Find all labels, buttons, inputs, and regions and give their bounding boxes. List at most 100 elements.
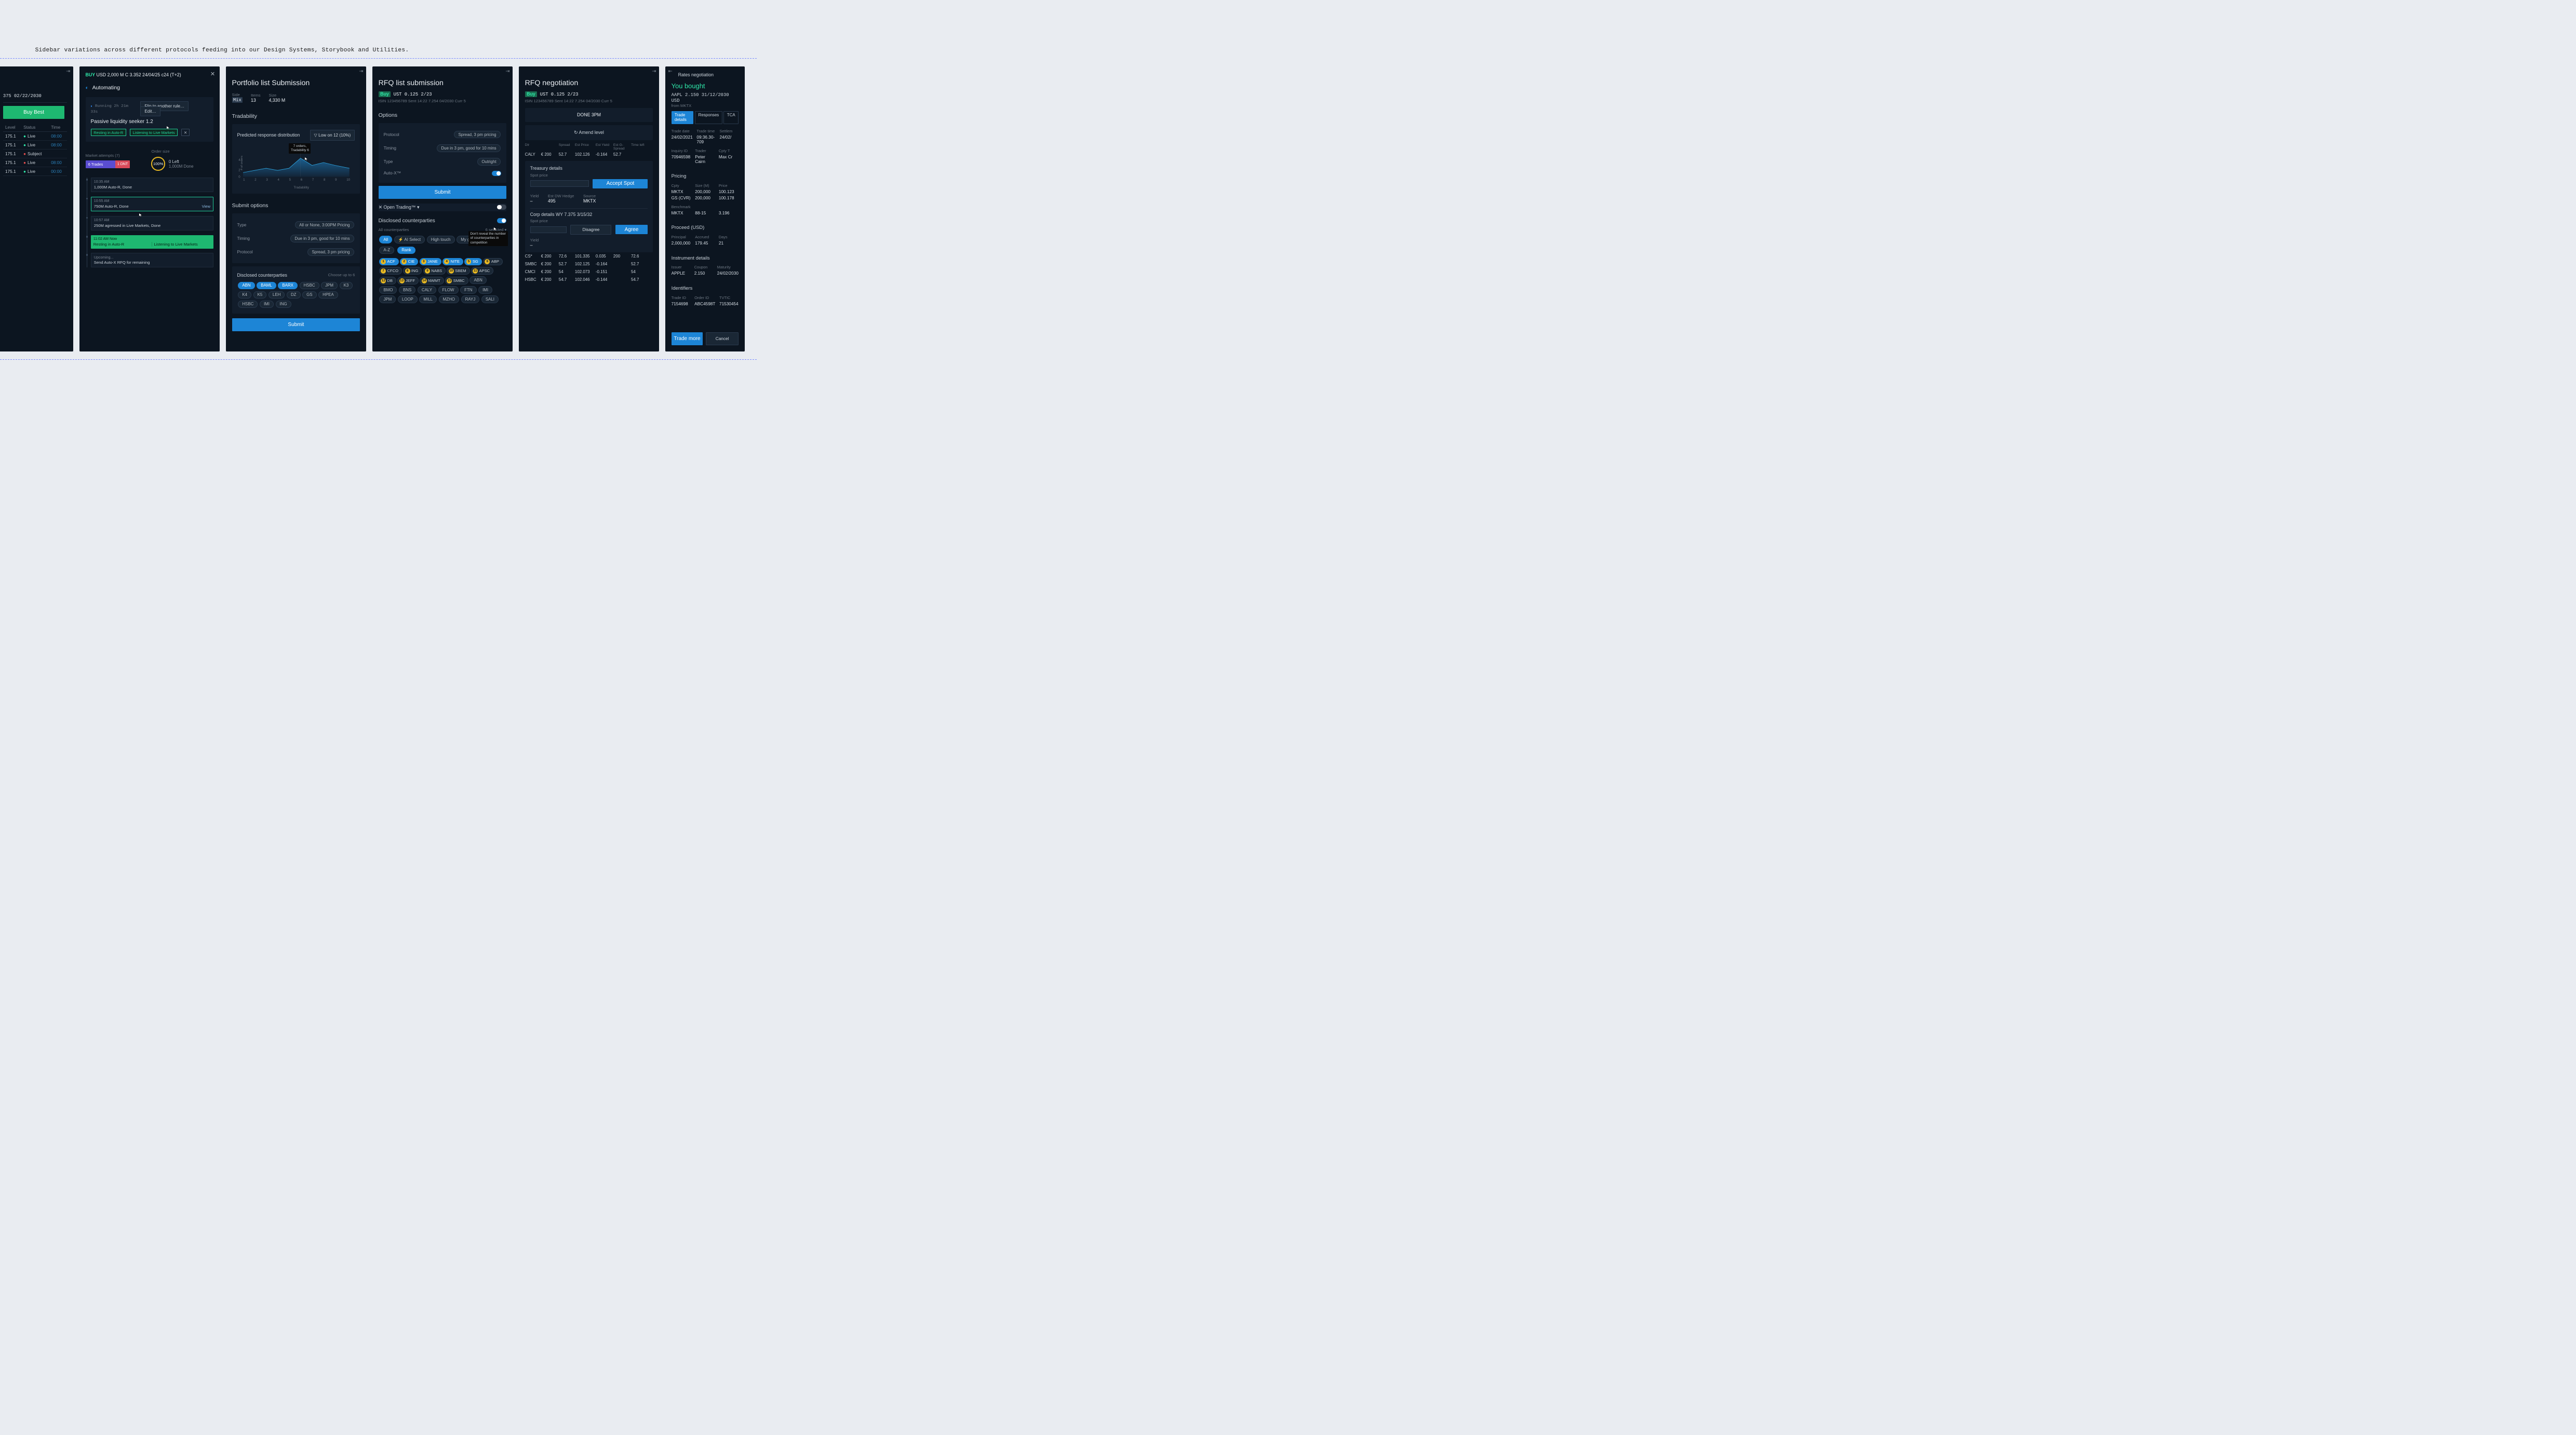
cp-chip[interactable]: K3	[340, 282, 353, 290]
cp-ranked-chip[interactable]: 7CFCO	[379, 267, 402, 274]
quote-row-caly[interactable]: CALY€ 20052.7102.126-0.16452.7	[525, 151, 653, 158]
disagree-button[interactable]: Disagree	[570, 225, 611, 235]
cp-ranked-chip[interactable]: 4NITE	[442, 258, 463, 265]
cp-chip[interactable]: MILL	[419, 295, 437, 303]
col-level[interactable]: Level	[3, 124, 21, 131]
cp-chip[interactable]: K4	[238, 291, 251, 299]
amend-button[interactable]: ↻ Amend level	[525, 125, 653, 140]
table-row[interactable]: 175.1Live08:00	[3, 132, 67, 141]
cp-chip[interactable]: IMI	[260, 301, 274, 308]
tradability-chart[interactable]: 123 456 78910 420 7 orders, Tradability …	[237, 142, 355, 189]
table-row[interactable]: 175.1Live08:00	[3, 158, 67, 167]
pin-icon[interactable]: ⇥	[652, 68, 656, 74]
cp-ranked-chip[interactable]: 2CIE	[400, 258, 418, 265]
accept-spot-button[interactable]: Accept Spot	[593, 179, 648, 188]
cp-chip[interactable]: RAYJ	[461, 295, 480, 303]
cp-chip[interactable]: CALY	[418, 286, 436, 294]
tab[interactable]: TCA	[723, 111, 738, 124]
chevron-down-icon[interactable]: ▾	[417, 205, 419, 210]
attempts-bar[interactable]: 6 Trades 1 DNT	[86, 160, 130, 168]
cp-ranked-chip[interactable]: 11APSC	[471, 267, 493, 274]
cp-chip[interactable]: K5	[253, 291, 267, 299]
protocol-pill[interactable]: Spread, 3 pm pricing	[307, 248, 354, 256]
col-time[interactable]: Time	[49, 124, 67, 131]
cp-ranked-chip[interactable]: 8ING	[403, 267, 422, 274]
cp-chip[interactable]: IMI	[478, 286, 492, 294]
cp-ranked-chip[interactable]: 3JANE	[420, 258, 441, 265]
cp-chip[interactable]: DZ	[287, 291, 301, 299]
resting-tag[interactable]: Resting in Auto-R	[91, 129, 126, 136]
disclosed-toggle[interactable]	[497, 218, 507, 223]
pin-icon[interactable]: ⇥	[359, 68, 363, 74]
type-pill[interactable]: Outright	[477, 158, 500, 166]
timing-pill[interactable]: Due in 3 pm, good for 10 mins	[437, 144, 500, 152]
cp-ranked-chip[interactable]: 10SBEM	[447, 267, 469, 274]
cp-chip[interactable]: FLOW	[438, 286, 459, 294]
edit-button[interactable]: Edit…	[140, 106, 160, 116]
cp-chip[interactable]: BARX	[278, 282, 298, 290]
remove-tag-button[interactable]: ✕	[181, 129, 189, 136]
quote-row[interactable]: CMCI€ 20054102.073-0.15154	[525, 268, 653, 276]
pin-icon[interactable]: ⇤	[668, 68, 673, 74]
timeline-item[interactable]: 10:35 AM 1,000M Auto-R, Done	[91, 178, 214, 192]
autox-toggle[interactable]	[492, 171, 502, 176]
cp-ranked-chip[interactable]: 9NABS	[423, 267, 446, 274]
timing-pill[interactable]: Due in 3 pm, good for 10 mins	[290, 235, 354, 242]
timeline-item[interactable]: 10:55 AM 750M Auto-R, DoneView	[91, 197, 214, 211]
cp-chip[interactable]: FTN	[460, 286, 477, 294]
pin-icon[interactable]: ⇥	[505, 68, 509, 74]
buy-best-button[interactable]: Buy Best	[3, 106, 64, 119]
cp-chip[interactable]: LOOP	[398, 295, 418, 303]
sort-rank[interactable]: Rank	[397, 247, 415, 254]
pin-icon[interactable]: ⇥	[66, 68, 70, 74]
col-status[interactable]: Status	[21, 124, 49, 131]
cp-chip[interactable]: ABN	[238, 282, 254, 290]
submit-button[interactable]: Submit	[379, 186, 507, 199]
quote-row[interactable]: CS*€ 20072.6101.3350.03520072.6	[525, 252, 653, 260]
type-pill[interactable]: All or None, 3:00PM Pricing	[295, 221, 354, 229]
cancel-button[interactable]: Cancel	[706, 332, 739, 345]
quote-row[interactable]: SMBC€ 20052.7102.125-0.16452.7	[525, 260, 653, 268]
cp-ranked-chip[interactable]: 1ACF	[379, 258, 399, 265]
cp-chip[interactable]: BNS	[399, 286, 415, 294]
cp-chip[interactable]: LEH	[269, 291, 285, 299]
cp-chip[interactable]: BAML	[257, 282, 276, 290]
quote-row[interactable]: HSBC€ 20054.7102.046-0.14454.7	[525, 276, 653, 283]
table-row[interactable]: 175.1Live00:00	[3, 167, 67, 176]
cp-chip[interactable]: ING	[276, 301, 291, 308]
filter-button[interactable]: ▽ Low on 12 (10%)	[310, 130, 355, 140]
cp-chip[interactable]: JPM	[379, 295, 396, 303]
timeline-item[interactable]: 10:57 AM 250M agressed in Live Markets, …	[91, 216, 214, 231]
cp-ranked-chip[interactable]: 6ABP	[483, 258, 503, 265]
open-trading-toggle[interactable]	[497, 205, 507, 210]
cp-chip[interactable]: JPM	[321, 282, 338, 290]
cp-chip[interactable]: SALI	[481, 295, 499, 303]
cp-ranked-chip[interactable]: 5SG	[464, 258, 482, 265]
cp-ranked-chip[interactable]: 14NWMT	[420, 277, 444, 284]
filter-chip[interactable]: High touch	[427, 236, 455, 243]
cp-chip[interactable]: HSBC	[300, 282, 319, 290]
trade-more-button[interactable]: Trade more	[672, 332, 703, 345]
submit-button[interactable]: Submit	[232, 318, 360, 331]
corp-spot-input[interactable]	[530, 226, 567, 234]
listening-tag[interactable]: Listening to Live Markets	[130, 129, 178, 136]
cp-ranked-chip[interactable]: 15SMBC	[445, 277, 468, 284]
sort-az[interactable]: A-Z	[379, 247, 394, 254]
close-button[interactable]: ✕	[210, 71, 215, 77]
filter-chip[interactable]: All	[379, 236, 392, 243]
cp-chip[interactable]: MZHO	[439, 295, 459, 303]
agree-button[interactable]: Agree	[615, 225, 648, 234]
cp-ranked-chip[interactable]: 12DB	[379, 277, 396, 284]
cp-chip[interactable]: HSBC	[238, 301, 258, 308]
cp-chip[interactable]: GS	[302, 291, 317, 299]
filter-chip[interactable]: ⚡ AI Select	[394, 236, 425, 243]
table-row[interactable]: 175.1Live08:00	[3, 141, 67, 150]
cp-chip[interactable]: ABN	[469, 276, 486, 284]
cp-chip[interactable]: BMO	[379, 286, 397, 294]
table-row[interactable]: 175.1Subject	[3, 150, 67, 158]
cp-chip[interactable]: HPEA	[318, 291, 338, 299]
protocol-pill[interactable]: Spread, 3 pm pricing	[454, 131, 500, 139]
cp-ranked-chip[interactable]: 13JEFF	[397, 277, 419, 284]
tab[interactable]: Responses	[695, 111, 722, 124]
spot-price-input[interactable]	[530, 180, 589, 187]
